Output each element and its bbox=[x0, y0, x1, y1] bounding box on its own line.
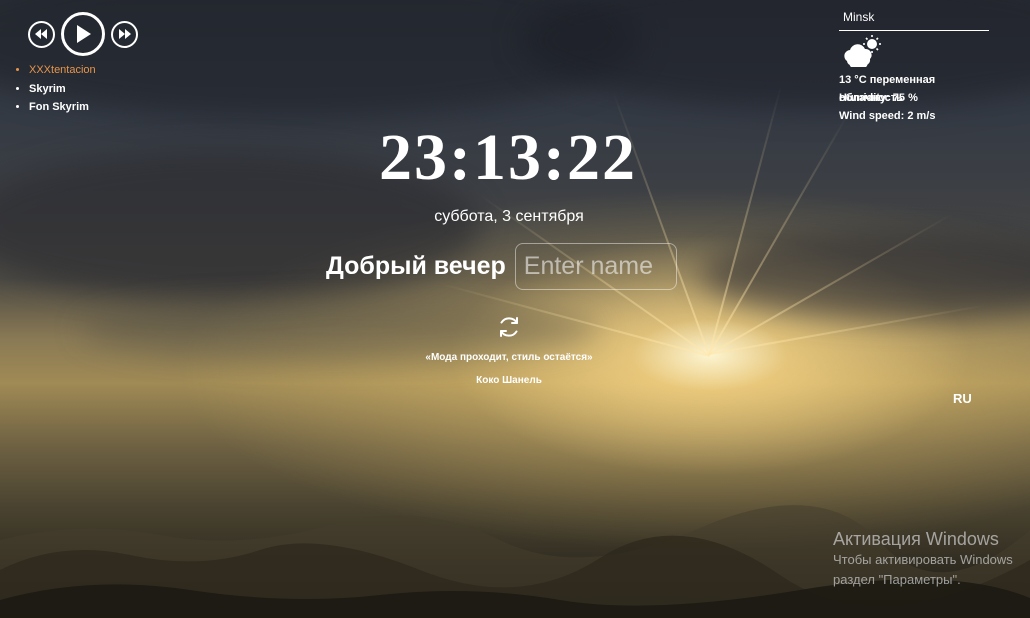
clock-time: 23:13:22 bbox=[379, 121, 637, 194]
rewind-icon bbox=[35, 29, 47, 39]
refresh-quote-button[interactable] bbox=[497, 315, 521, 339]
rewind-button[interactable] bbox=[28, 20, 55, 48]
playlist-item[interactable]: XXXtentacion bbox=[29, 63, 96, 82]
temperature-description: 13 °C переменная облачность bbox=[839, 74, 936, 104]
language-toggle[interactable]: RU bbox=[953, 391, 972, 406]
quote-text: «Мода проходит, стиль остаётся» bbox=[425, 352, 593, 363]
refresh-icon bbox=[500, 317, 518, 337]
windows-activation-watermark: Активация Windows Чтобы активировать Win… bbox=[833, 528, 1013, 590]
clock-date: суббота, 3 сентября bbox=[434, 208, 584, 225]
activation-line: Чтобы активировать Windows bbox=[833, 552, 1013, 567]
humidity-text: Humidity: 75 % bbox=[839, 92, 918, 104]
quote-author: Коко Шанель bbox=[476, 375, 542, 386]
playlist-item[interactable]: Fon Skyrim bbox=[29, 100, 96, 119]
city-input[interactable]: Minsk bbox=[839, 8, 989, 31]
play-icon bbox=[77, 25, 91, 43]
activation-title: Активация Windows bbox=[833, 529, 999, 549]
activation-line: раздел "Параметры". bbox=[833, 572, 961, 587]
play-button[interactable] bbox=[61, 12, 105, 56]
playlist-item[interactable]: Skyrim bbox=[29, 82, 96, 101]
weather-widget: Minsk 13 °C переменная облачность Humidi… bbox=[839, 8, 989, 125]
greeting-row: Добрый вечер bbox=[326, 243, 677, 290]
playlist: XXXtentacion Skyrim Fon Skyrim bbox=[16, 63, 96, 119]
fast-forward-icon bbox=[119, 29, 131, 39]
cloudy-night-icon bbox=[841, 35, 989, 69]
fast-forward-button[interactable] bbox=[111, 20, 138, 48]
greeting-text: Добрый вечер bbox=[326, 252, 506, 280]
audio-player bbox=[28, 12, 138, 56]
name-input[interactable] bbox=[514, 243, 677, 290]
